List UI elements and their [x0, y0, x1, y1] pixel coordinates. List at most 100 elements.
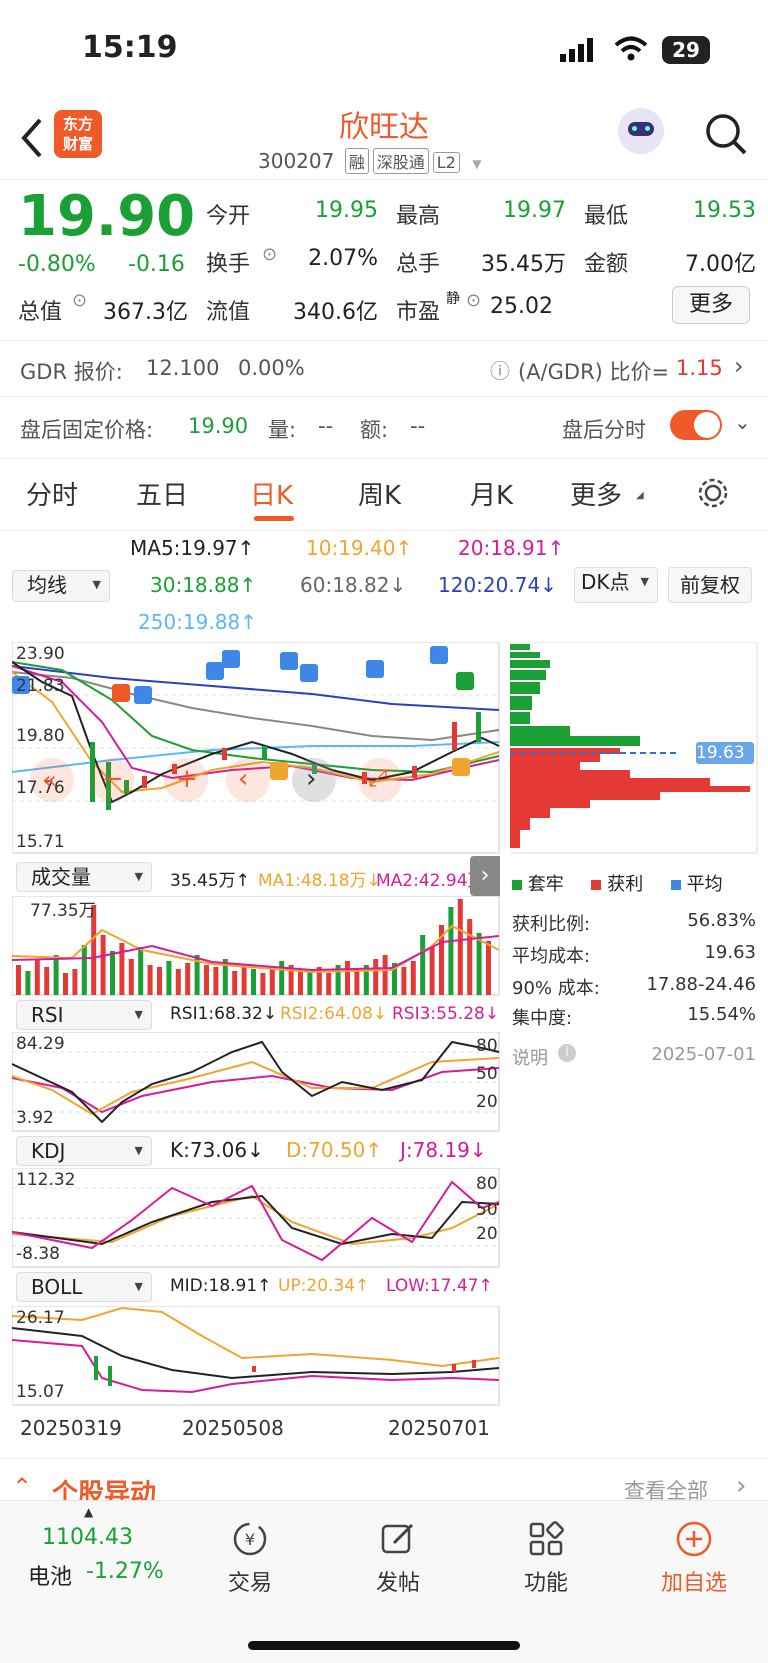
- volume-select[interactable]: 成交量: [16, 862, 152, 892]
- volume-bar: [354, 969, 360, 995]
- afterhours-toggle[interactable]: [670, 410, 722, 440]
- tab-weekly-k[interactable]: 周K: [358, 475, 401, 512]
- volume-label: 总手: [396, 252, 441, 277]
- robot-assistant-icon[interactable]: [618, 108, 664, 154]
- tab-monthly-k[interactable]: 月K: [470, 475, 513, 512]
- tab-5day[interactable]: 五日: [136, 475, 188, 512]
- settings-icon[interactable]: [696, 476, 730, 510]
- zoom-out-icon[interactable]: −: [102, 764, 124, 794]
- rsi-max: 84.29: [16, 1034, 65, 1054]
- tab-intraday[interactable]: 分时: [26, 475, 78, 512]
- avg-cost-value: 19.63: [704, 942, 756, 963]
- stock-alert-section[interactable]: ⌃ 个股异动 查看全部 ›: [0, 1458, 768, 1500]
- kdj-j: J:78.19↓: [400, 1138, 487, 1162]
- index-value[interactable]: 1104.43: [42, 1525, 133, 1550]
- boll-max: 26.17: [16, 1308, 65, 1328]
- connect-tag: 深股通: [372, 148, 429, 174]
- scroll-left-icon[interactable]: «: [42, 766, 57, 794]
- nav-post[interactable]: 发帖: [348, 1519, 448, 1597]
- volume-bar: [34, 959, 40, 995]
- amount-label: 金额: [584, 252, 629, 277]
- stock-code-row[interactable]: 300207 融深股通 L2 ▼: [258, 148, 481, 174]
- help-icon[interactable]: ⓘ: [490, 355, 510, 384]
- ma10-value: 10:19.40↑: [306, 536, 413, 560]
- volume-bar: [213, 967, 219, 995]
- volume-bar: [269, 967, 275, 995]
- tab-daily-k[interactable]: 日K: [250, 475, 293, 512]
- kline-ymax: 23.90: [16, 644, 65, 664]
- view-all-link[interactable]: 查看全部: [624, 1475, 708, 1500]
- volume-bar: [326, 973, 332, 995]
- volume-bar: [16, 965, 21, 995]
- dk-point-button[interactable]: DK点: [574, 567, 658, 603]
- info-icon[interactable]: i: [558, 1044, 576, 1062]
- low-label: 最低: [584, 204, 629, 229]
- concentration-value: 15.54%: [687, 1004, 756, 1025]
- gdr-label: GDR 报价:: [20, 360, 123, 384]
- volume-bar: [204, 965, 209, 995]
- search-icon[interactable]: [704, 112, 748, 156]
- volume-bar: [53, 955, 59, 995]
- collapse-panel-icon[interactable]: ›: [470, 856, 500, 896]
- indicator-select[interactable]: 均线: [12, 570, 110, 602]
- volume-bar: [25, 971, 31, 995]
- chevron-down-icon[interactable]: ⌄: [734, 410, 751, 434]
- date-mid: 20250508: [182, 1416, 284, 1440]
- margin-tag: 融: [344, 148, 369, 174]
- rsi-level-50: 50: [476, 1064, 498, 1084]
- afterhours-amt: --: [410, 414, 426, 438]
- active-tab-indicator: [254, 516, 294, 521]
- mcap-label: 总值: [18, 300, 63, 325]
- turnover-value: 2.07%: [308, 246, 378, 271]
- zoom-in-icon[interactable]: +: [176, 764, 198, 794]
- volume-bar: [467, 919, 473, 995]
- rsi-chart: [12, 1032, 500, 1132]
- kdj-min: -8.38: [16, 1244, 60, 1264]
- more-button[interactable]: 更多: [672, 286, 750, 324]
- adjust-button[interactable]: 前复权: [668, 567, 752, 603]
- info-icon[interactable]: ⊙: [466, 290, 481, 311]
- wifi-icon: [614, 36, 648, 61]
- more-arrow-icon: ◢: [636, 490, 644, 501]
- rsi-select[interactable]: RSI: [16, 1000, 152, 1030]
- status-bar: 15:19 29: [0, 0, 768, 100]
- volume-bar: [128, 959, 134, 995]
- index-name[interactable]: 电池: [28, 1559, 72, 1591]
- next-icon[interactable]: ›: [306, 764, 316, 794]
- stock-header: 东方 财富 欣旺达 300207 融深股通 L2 ▼: [0, 100, 768, 180]
- prev-icon[interactable]: ‹: [238, 764, 248, 794]
- kdj-level-20: 20: [476, 1224, 498, 1244]
- chevron-right-icon: ›: [736, 1471, 747, 1500]
- nav-add-watchlist[interactable]: 加自选: [644, 1519, 744, 1597]
- afterhours-label: 盘后固定价格:: [20, 418, 154, 442]
- nav-functions[interactable]: 功能: [496, 1519, 596, 1597]
- kline-chart[interactable]: [12, 642, 500, 854]
- fullscreen-icon[interactable]: ⤢: [368, 764, 387, 792]
- note-label[interactable]: 说明: [512, 1044, 548, 1070]
- volume-bar: [81, 945, 87, 995]
- kdj-select[interactable]: KDJ: [16, 1136, 152, 1166]
- volume-ma2: MA2:42.94万: [376, 871, 485, 891]
- gdr-ratio-label: (A/GDR) 比价=: [518, 360, 670, 384]
- volume-bar: [420, 935, 426, 995]
- info-icon[interactable]: ⊙: [72, 290, 87, 311]
- volume-ma1: MA1:48.18万↓: [258, 871, 381, 891]
- chip-avg-label: 19.63: [696, 743, 745, 763]
- nav-trade[interactable]: ¥ 交易: [200, 1519, 300, 1597]
- volume-bar: [100, 935, 106, 995]
- open-value: 19.95: [315, 198, 378, 223]
- chevron-right-icon[interactable]: ›: [734, 352, 744, 380]
- change-percent: -0.80%: [18, 252, 96, 277]
- edit-icon: [381, 1523, 414, 1554]
- volume-bar: [448, 907, 454, 995]
- gdr-price: 12.100: [146, 356, 220, 380]
- boll-select[interactable]: BOLL: [16, 1272, 152, 1302]
- volume-bar: [382, 955, 388, 995]
- info-icon[interactable]: ⊙: [262, 244, 277, 265]
- volume-bar: [345, 961, 350, 995]
- profit-ratio-value: 56.83%: [687, 910, 756, 931]
- tab-more[interactable]: 更多: [570, 475, 622, 512]
- pe-label: 市盈: [396, 300, 441, 325]
- volume-bar: [72, 969, 78, 995]
- index-pct[interactable]: -1.27%: [86, 1559, 164, 1584]
